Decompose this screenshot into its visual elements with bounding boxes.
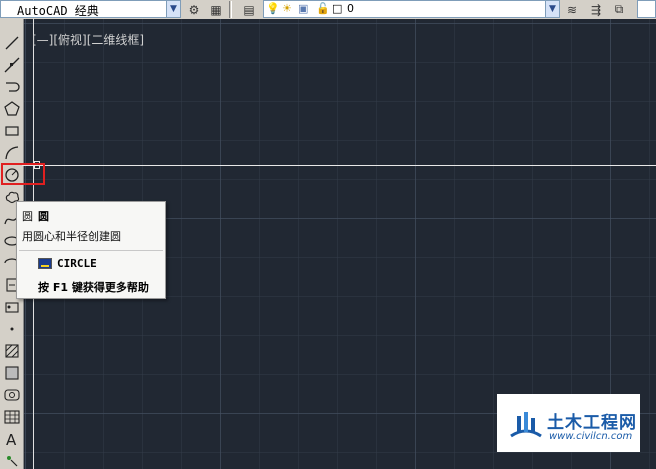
crosshair-horizontal (22, 165, 656, 166)
tooltip-help: 按 F1 键获得更多帮助 (38, 281, 149, 294)
tooltip-description: 用圆心和半径创建圆 (22, 230, 121, 243)
civilcn-logo-icon (510, 412, 542, 438)
point-icon[interactable] (2, 319, 22, 339)
color-swatch-icon: □ (332, 2, 343, 15)
layer-dropdown[interactable]: 💡 ☀ ▣ 🔓 □ 0 (263, 0, 560, 18)
svg-text:A: A (6, 431, 17, 448)
polygon-icon[interactable] (2, 99, 22, 119)
circle-tool-highlight (1, 163, 45, 185)
tooltip-divider (19, 250, 163, 251)
tooltip-command: CIRCLE (57, 257, 97, 270)
workspace-value: AutoCAD 经典 (17, 4, 99, 18)
gradient-icon[interactable] (2, 363, 22, 383)
layer-properties-icon[interactable]: ▤ (240, 1, 258, 18)
workspace-dropdown[interactable]: AutoCAD 经典 (0, 0, 180, 18)
freeze-icon: ▣ (298, 2, 309, 15)
viewport-controls-label[interactable]: [—][俯视][二维线框] (32, 31, 144, 48)
layer-match-icon[interactable]: ⧉ (610, 1, 628, 18)
table-icon[interactable] (2, 407, 22, 427)
circle-tooltip: 圆 圆 用圆心和半径创建圆 CIRCLE 按 F1 键获得更多帮助 (16, 201, 166, 299)
lightbulb-icon: 💡 (266, 2, 280, 15)
workspace-settings-icon[interactable]: ▦ (207, 1, 225, 18)
command-line-icon (38, 258, 52, 269)
watermark-url: www.civilcn.com (549, 431, 633, 442)
lock-icon: 🔓 (316, 2, 330, 15)
make-block-icon[interactable] (2, 297, 22, 317)
layer-name: 0 (347, 2, 354, 15)
tooltip-clipped-text: 圆 (22, 210, 33, 223)
watermark: 土木工程网 www.civilcn.com (497, 394, 640, 452)
toolbar-separator (229, 1, 232, 18)
line-icon[interactable] (2, 33, 22, 53)
arc-icon[interactable] (2, 143, 22, 163)
rectangle-icon[interactable] (2, 121, 22, 141)
mtext-icon[interactable]: A (2, 429, 22, 449)
polyline-icon[interactable] (2, 77, 22, 97)
watermark-cn-text: 土木工程网 (547, 413, 637, 433)
tooltip-title: 圆 (38, 210, 49, 223)
gear-icon[interactable]: ⚙ (185, 1, 203, 18)
layer-dropdown-arrow-icon[interactable]: ▼ (545, 0, 560, 18)
sun-icon: ☀ (282, 2, 292, 15)
color-control-dropdown[interactable] (637, 0, 656, 18)
layer-previous-icon[interactable]: ⇶ (587, 1, 605, 18)
construction-line-icon[interactable] (2, 55, 22, 75)
make-current-layer-icon[interactable]: ≋ (563, 1, 581, 18)
hatch-icon[interactable] (2, 341, 22, 361)
region-icon[interactable] (2, 385, 22, 405)
workspace-dropdown-arrow-icon[interactable]: ▼ (166, 0, 181, 18)
top-toolbar: AutoCAD 经典 ▼ ⚙ ▦ ▤ 💡 ☀ ▣ 🔓 □ 0 ▼ ≋ ⇶ ⧉ (0, 0, 656, 20)
add-selected-icon[interactable] (2, 449, 22, 469)
